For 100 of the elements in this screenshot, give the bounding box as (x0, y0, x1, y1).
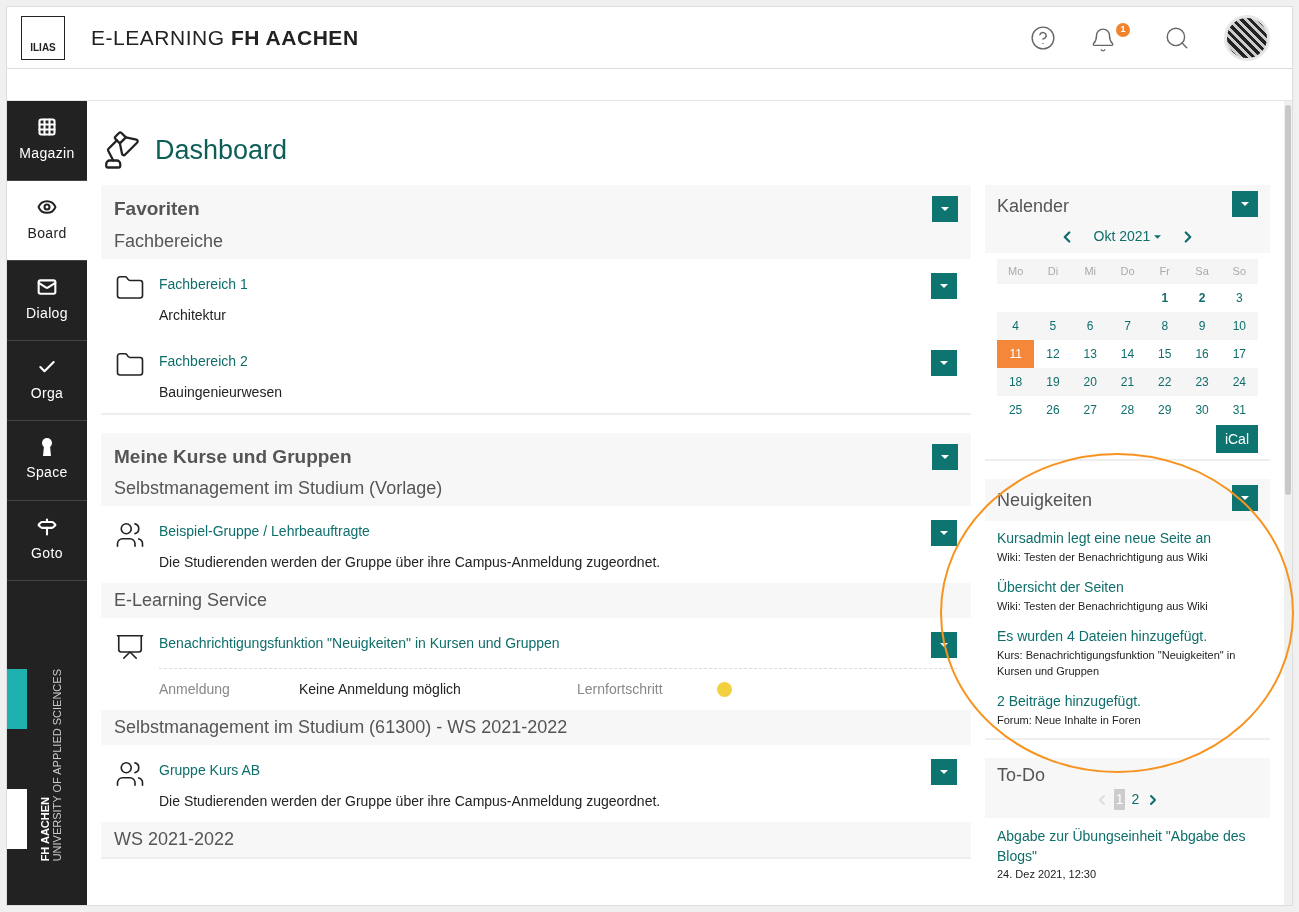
calendar-day[interactable]: 14 (1108, 340, 1147, 368)
caret-icon (939, 531, 948, 535)
caret-icon (940, 207, 949, 212)
item-description: Die Studierenden werden der Gruppe über ihre Campus-Anmeldung zugeordnet. (159, 553, 662, 572)
month-selector[interactable]: Okt 2021 (1093, 226, 1162, 247)
brand-subtitle: UNIVERSITY OF APPLIED SCIENCES (51, 669, 63, 862)
site-title: E-LEARNING FH AACHEN (91, 24, 359, 51)
calendar-day[interactable]: 26 (1034, 396, 1072, 424)
progress-label: Lernfortschritt (577, 680, 664, 699)
caret-icon (939, 770, 948, 774)
calendar-day[interactable]: 23 (1183, 368, 1221, 396)
group-heading: E-Learning Service (114, 590, 268, 610)
caret-icon (940, 454, 949, 459)
calendar-day[interactable]: 20 (1071, 368, 1109, 396)
calendar-day[interactable]: 6 (1071, 312, 1109, 340)
panel-title: Neuigkeiten (996, 489, 1093, 512)
panel-actions-button[interactable] (1232, 485, 1258, 511)
page-title: Dashboard (155, 133, 288, 167)
calendar-day[interactable]: 27 (1071, 396, 1109, 424)
caret-icon (1154, 234, 1162, 239)
weekday-label: Mi (1083, 264, 1097, 280)
item-actions-button[interactable] (930, 272, 957, 299)
calendar-day[interactable]: 30 (1183, 396, 1221, 424)
envelope-icon (37, 277, 57, 297)
news-title-link[interactable]: 2 Beiträge hinzugefügt. (996, 691, 1258, 712)
calendar-day[interactable]: 18 (996, 368, 1035, 396)
group-heading: Fachbereiche (114, 230, 224, 251)
item-actions-button[interactable] (930, 349, 957, 376)
caret-icon (1241, 496, 1249, 500)
calendar-day[interactable]: 16 (1183, 340, 1221, 368)
calendar-day[interactable]: 19 (1034, 368, 1072, 396)
eye-icon (37, 197, 57, 217)
calendar-day[interactable]: 2 (1183, 284, 1221, 312)
calendar-day[interactable]: 17 (1220, 340, 1258, 368)
calendar-day[interactable]: 21 (1108, 368, 1147, 396)
brand-name: FH AACHEN (39, 796, 51, 862)
calendar-day[interactable]: 9 (1183, 312, 1221, 340)
weekday-label: Mo (1006, 264, 1025, 280)
item-actions-button[interactable] (930, 632, 957, 658)
calendar-day[interactable]: 29 (1146, 396, 1184, 424)
people-icon (115, 759, 145, 789)
ilias-logo[interactable]: ILIAS (21, 15, 65, 60)
item-description: Bauingenieurwesen (159, 382, 283, 402)
calendar-day[interactable]: 1 (1146, 284, 1184, 312)
calendar-day[interactable]: 10 (1220, 312, 1258, 340)
item-description: Architektur (159, 305, 227, 325)
item-actions-button[interactable] (930, 520, 957, 546)
panel-actions-button[interactable] (1232, 191, 1258, 217)
todo-title-link[interactable]: Abgabe zur Übungseinheit "Abgabe des Blogs" (996, 826, 1258, 866)
calendar-day[interactable]: 28 (1108, 396, 1147, 424)
panel-title: Meine Kurse und Gruppen (114, 444, 352, 469)
calendar-day[interactable]: 8 (1146, 312, 1184, 340)
weekday-label: Di (1046, 264, 1060, 280)
calendar-day[interactable]: 5 (1034, 312, 1072, 340)
calendar-day[interactable]: 24 (1220, 368, 1258, 396)
item-title-link[interactable]: Benachrichtigungsfunktion "Neuigkeiten" in Kursen und Gruppen (159, 633, 560, 654)
todo-date: 24. Dez 2021, 12:30 (996, 867, 1098, 882)
property-value: Keine Anmeldung möglich (299, 680, 462, 699)
item-title-link[interactable]: Gruppe Kurs AB (159, 760, 261, 781)
notification-badge: 1 (1116, 22, 1130, 37)
caret-icon (1241, 202, 1249, 206)
keyhole-icon (41, 438, 53, 456)
page-link[interactable]: 2 (1129, 789, 1142, 810)
calendar-day[interactable]: 4 (996, 312, 1035, 340)
panel-title: To-Do (996, 765, 1045, 785)
logo-bar (7, 669, 27, 729)
news-title-link[interactable]: Kursadmin legt eine neue Seite an (996, 528, 1258, 549)
news-title-link[interactable]: Es wurden 4 Dateien hinzugefügt. (996, 626, 1258, 647)
group-heading: Selbstmanagement im Studium (61300) - WS 2021-2022 (114, 717, 568, 737)
calendar-day[interactable]: 7 (1108, 312, 1147, 340)
avatar-image[interactable] (1224, 14, 1270, 61)
news-title-link[interactable]: Übersicht der Seiten (996, 577, 1258, 598)
item-title-link[interactable]: Fachbereich 1 (159, 273, 248, 295)
grid-icon (37, 117, 57, 137)
caret-icon (939, 283, 948, 288)
panel-title: Kalender (996, 195, 1070, 218)
calendar-day[interactable]: 25 (996, 396, 1035, 424)
group-heading: Selbstmanagement im Studium (Vorlage) (114, 478, 443, 498)
sidebar-item[interactable]: Board (7, 181, 87, 261)
calendar-day[interactable]: 31 (1220, 396, 1258, 424)
ical-button[interactable]: iCal (1215, 425, 1258, 453)
calendar-day[interactable]: 13 (1071, 340, 1109, 368)
news-subtitle: Kurs: Benachrichtigungsfunktion "Neuigkeiten" in Kursen und Gruppen (996, 648, 1237, 679)
weekday-label: So (1231, 264, 1248, 280)
news-subtitle: Wiki: Testen der Benachrichtigung aus Wiki (996, 599, 1209, 614)
people-icon (115, 520, 145, 550)
weekday-label: Sa (1194, 264, 1210, 280)
easel-icon (115, 632, 145, 662)
panel-actions-button[interactable] (931, 443, 958, 470)
calendar-day[interactable]: 22 (1146, 368, 1184, 396)
help-icon[interactable] (1030, 24, 1056, 51)
caret-icon (939, 360, 948, 365)
item-title-link[interactable]: Beispiel-Gruppe / Lehrbeauftragte (159, 521, 370, 542)
calendar-day[interactable]: 12 (1034, 340, 1072, 368)
panel-actions-button[interactable] (931, 196, 958, 223)
calendar-day[interactable]: 15 (1146, 340, 1184, 368)
item-actions-button[interactable] (930, 759, 957, 785)
item-title-link[interactable]: Fachbereich 2 (159, 350, 248, 372)
signpost-icon (37, 517, 57, 537)
calendar-day[interactable]: 3 (1220, 284, 1258, 312)
